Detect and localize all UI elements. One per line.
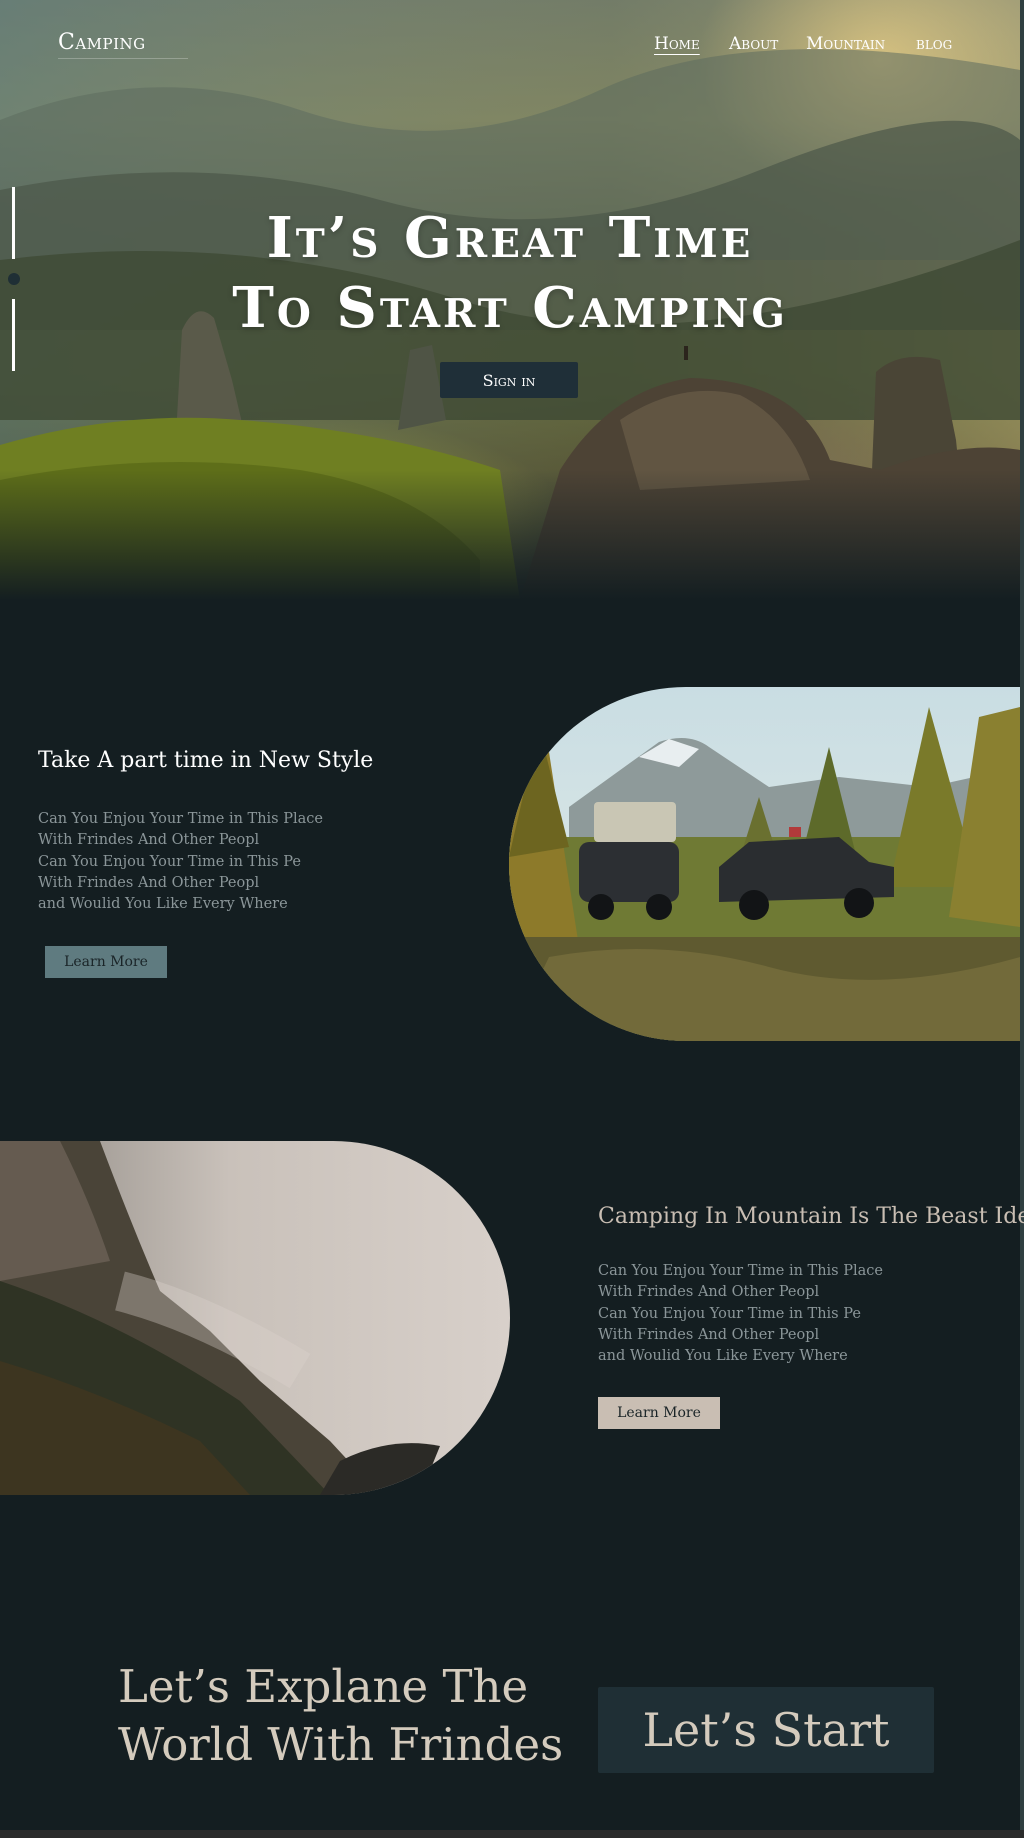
cta-heading-line-2: World With Frindes (118, 1718, 564, 1771)
logo-divider (58, 58, 188, 59)
bottom-frame-border (0, 1830, 1024, 1838)
cta-heading: Let’s Explane The World With Frindes (118, 1658, 563, 1774)
nav-about[interactable]: About (729, 34, 778, 54)
hero-title-line-2: To Start Camping (232, 275, 788, 341)
lets-start-button[interactable]: Let’s Start (598, 1687, 934, 1773)
section1-learn-more-button[interactable]: Learn More (45, 946, 167, 978)
cta-heading-line-1: Let’s Explane The (118, 1660, 529, 1713)
hero-section: Camping Home About Mountain blog It’s Gr… (0, 0, 1020, 600)
nav-home[interactable]: Home (654, 34, 700, 54)
misty-mountain-image (0, 1141, 510, 1495)
section1-title: Take A part time in New Style (38, 748, 374, 773)
sign-in-button[interactable]: Sign in (440, 362, 578, 398)
section1-description: Can You Enjou Your Time in This Place Wi… (38, 809, 323, 915)
section1-line: and Woulid You Like Every Where (38, 896, 288, 913)
section1-line: With Frindes And Other Peopl (38, 832, 260, 849)
section1-line: Can You Enjou Your Time in This Place (38, 811, 323, 827)
nav-mountain[interactable]: Mountain (806, 34, 885, 54)
camping-cars-image (509, 687, 1020, 1041)
section2-line: Can You Enjou Your Time in This Pe (598, 1305, 861, 1322)
right-frame-border (1020, 0, 1024, 1838)
section1-line: With Frindes And Other Peopl (38, 874, 260, 891)
section2-line: and Woulid You Like Every Where (598, 1348, 848, 1365)
site-logo[interactable]: Camping (58, 30, 146, 55)
section2-line: Can You Enjou Your Time in This Place (598, 1263, 883, 1279)
hero-title-line-1: It’s Great Time (266, 205, 754, 271)
section1-line: Can You Enjou Your Time in This Pe (38, 853, 301, 870)
section2-line: With Frindes And Other Peopl (598, 1326, 820, 1343)
section2-description: Can You Enjou Your Time in This Place Wi… (598, 1261, 883, 1367)
section2-title: Camping In Mountain Is The Beast Idea (598, 1204, 1024, 1229)
section2-line: With Frindes And Other Peopl (598, 1284, 820, 1301)
nav-blog[interactable]: blog (916, 34, 952, 54)
section2-learn-more-button[interactable]: Learn More (598, 1397, 720, 1429)
